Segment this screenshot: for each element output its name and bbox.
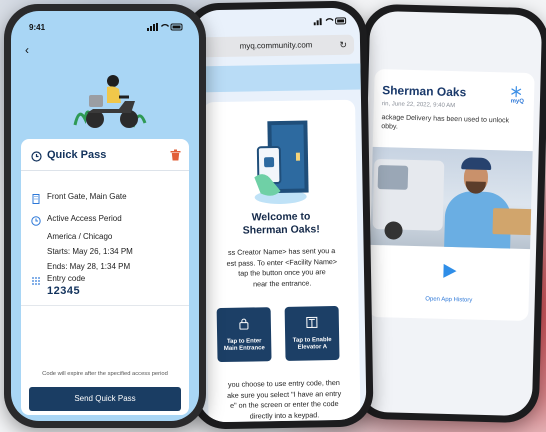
brand-logo: myQ xyxy=(510,98,525,105)
phone-browser: myq.community.com ↻ Welcome to Sherman O… xyxy=(184,0,374,430)
access-clock-icon xyxy=(31,213,41,231)
signal-wifi-battery-icon xyxy=(147,23,183,33)
status-bar xyxy=(204,17,348,30)
end-time: Ends: May 28, 1:34 PM xyxy=(47,262,131,271)
send-quick-pass-button[interactable]: Send Quick Pass xyxy=(29,387,181,411)
timezone-text: America / Chicago xyxy=(47,232,113,241)
status-time: 9:41 xyxy=(29,23,46,32)
signal-wifi-battery-icon xyxy=(313,17,348,28)
notification-message: ackage Delivery has been used to unlock … xyxy=(381,114,510,131)
delivery-photo xyxy=(370,146,533,250)
enable-elevator-button[interactable]: Tap to Enable Elevator A xyxy=(284,305,340,361)
page-header-strip xyxy=(192,63,361,93)
notification-screen: Sherman Oaks rin, June 22, 2022, 9:40 AM… xyxy=(359,10,543,417)
scooter-illustration xyxy=(71,67,151,138)
welcome-heading: Welcome to Sherman Oaks! xyxy=(242,210,320,237)
quick-pass-card: Quick Pass Front Gate, Main Gate Active … xyxy=(21,139,189,415)
building-icon xyxy=(31,191,41,209)
enter-main-entrance-button[interactable]: Tap to Enter Main Entrance xyxy=(216,307,272,363)
status-bar: 9:41 xyxy=(29,23,183,33)
access-period-heading: Active Access Period xyxy=(47,214,122,223)
url-text: myq.community.com xyxy=(239,40,313,51)
open-history-link[interactable]: Open App History xyxy=(369,295,529,305)
entry-code-instructions: you choose to use entry code, then ake s… xyxy=(227,377,342,421)
lock-icon xyxy=(217,317,271,333)
card-header: Quick Pass xyxy=(21,139,189,171)
quick-pass-screen: 9:41 ‹ Quick Pass Front Gate, Main Gate … xyxy=(11,11,199,421)
card-title: Quick Pass xyxy=(47,149,107,161)
expiry-note: Code will expire after the specified acc… xyxy=(42,371,168,377)
phone-quick-pass: 9:41 ‹ Quick Pass Front Gate, Main Gate … xyxy=(4,4,206,428)
play-icon[interactable] xyxy=(441,263,458,284)
welcome-card: Welcome to Sherman Oaks! ss Creator Name… xyxy=(203,99,361,423)
clock-icon xyxy=(31,149,42,167)
door-phone-illustration xyxy=(249,116,317,212)
notification-card[interactable]: Sherman Oaks rin, June 22, 2022, 9:40 AM… xyxy=(368,68,535,322)
keypad-icon xyxy=(31,273,41,291)
reload-icon[interactable]: ↻ xyxy=(339,35,347,55)
elevator-icon xyxy=(285,316,339,332)
notification-title: Sherman Oaks xyxy=(382,83,467,100)
trash-icon[interactable] xyxy=(170,148,181,166)
divider xyxy=(21,305,189,306)
gate-name: Front Gate, Main Gate xyxy=(47,192,127,201)
address-bar[interactable]: myq.community.com ↻ xyxy=(197,34,355,58)
start-time: Starts: May 26, 1:34 PM xyxy=(47,247,133,256)
browser-screen: myq.community.com ↻ Welcome to Sherman O… xyxy=(191,7,367,423)
chevron-left-icon[interactable]: ‹ xyxy=(25,43,29,57)
notification-date: rin, June 22, 2022, 9:40 AM xyxy=(381,101,456,110)
entry-code-label: Entry code xyxy=(47,274,86,283)
phone-notification: Sherman Oaks rin, June 22, 2022, 9:40 AM… xyxy=(352,3,546,424)
welcome-body-text: ss Creator Name> has sent you a est pass… xyxy=(226,246,338,288)
entry-code-value: 12345 xyxy=(47,285,81,297)
